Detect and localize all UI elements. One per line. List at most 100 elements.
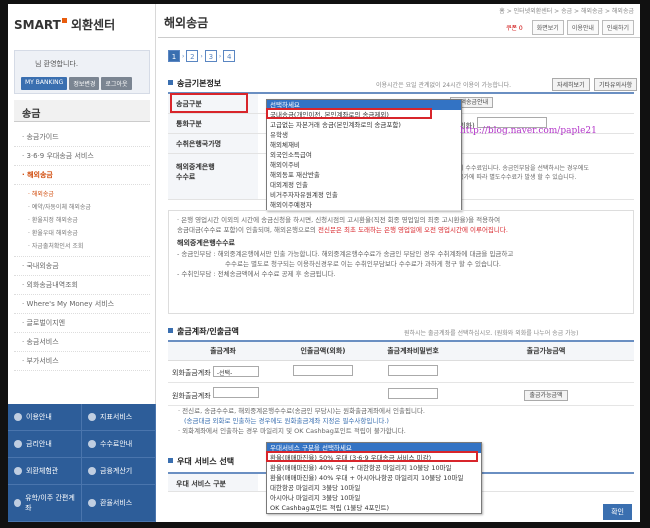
view-button[interactable]: 화면보기 bbox=[531, 20, 564, 35]
dropdown-option[interactable]: 외국인소득급여 bbox=[267, 150, 461, 160]
sidebar-item[interactable]: · 부가서비스 bbox=[14, 352, 150, 371]
page-title: 해외송금 bbox=[164, 16, 209, 30]
withdraw-amount-input[interactable] bbox=[293, 365, 353, 376]
notes-block: · 전신료, 송금수수료, 해외중계은행수수료(송금인 부담시)는 원화출금계좌… bbox=[178, 406, 425, 436]
info-line: 수수료는 별도로 청구되는 이용하신경우로 이는 수취인부담보다 수수료가 과하… bbox=[225, 260, 501, 268]
won-password-input[interactable] bbox=[388, 387, 438, 399]
nav-fee-guide[interactable]: 수수료안내 bbox=[82, 431, 156, 458]
sidebar-item[interactable]: · 글로벌이지엔 bbox=[14, 314, 150, 333]
step-3: 3 bbox=[204, 50, 217, 62]
coupon-badge[interactable]: 쿠폰 0 bbox=[506, 23, 523, 32]
nav-rate-guide[interactable]: 금리안내 bbox=[8, 431, 82, 458]
table-row: 원화출금계좌 출금가능금액 bbox=[168, 383, 634, 406]
note-line: · 외화계좌에서 인출하는 경우 마일리지 및 OK Cashbag포인트 적립… bbox=[178, 427, 406, 435]
dropdown-option[interactable]: OK Cashbag포인트 적립 (1불당 4포인트) bbox=[267, 503, 481, 513]
dropdown-option[interactable]: 해외이주예정자 bbox=[267, 200, 461, 210]
arrow-right-icon: › bbox=[218, 52, 222, 60]
nav-index-service[interactable]: 지표서비스 bbox=[82, 404, 156, 431]
nav-calculator[interactable]: 금융계산기 bbox=[82, 458, 156, 485]
col-header: 인출금액(외화) bbox=[300, 347, 346, 355]
section-account-note: 원하시는 출금계좌를 선택하십시오. (원화와 외화를 나누어 송금 가능) bbox=[404, 330, 579, 337]
details-button[interactable]: 자세히보기 bbox=[552, 78, 590, 91]
currency-label: 통화구분 bbox=[168, 114, 258, 133]
monitor-icon bbox=[14, 467, 22, 475]
submenu-item[interactable]: · 예약/자동이체 해외송금 bbox=[28, 200, 150, 213]
available-amount-button[interactable]: 출금가능금액 bbox=[524, 389, 568, 401]
info-icon bbox=[14, 413, 22, 421]
sidebar-item[interactable]: · 국내외송금 bbox=[14, 257, 150, 276]
table-header: 출금계좌 인출금액(외화) 출금계좌비밀번호 출금가능금액 bbox=[168, 342, 634, 361]
fee-note-2: 국가에 따라 별도수수료가 발생 할 수 있습니다. bbox=[458, 174, 577, 181]
sidebar-submenu: · 해외송금 · 예약/자동이체 해외송금 · 환율지정 해외송금 · 환율우대… bbox=[14, 185, 150, 257]
watermark-text: http://blog.naver.com/paple21 bbox=[460, 126, 597, 136]
foreign-password-input[interactable] bbox=[388, 365, 438, 376]
logout-button[interactable]: 로그아웃 bbox=[101, 77, 132, 90]
foreign-account-cell: 외화출금계좌 -선택- bbox=[168, 362, 278, 382]
logo[interactable]: SMART 외환센터 bbox=[14, 16, 115, 33]
col-header: 출금가능금액 bbox=[526, 347, 566, 355]
dropdown-option[interactable]: 대외계정 인출 bbox=[267, 180, 461, 190]
section-preference-title: 우대 서비스 선택 bbox=[168, 456, 234, 467]
info-line: · 은행 영업시간 이외의 시간에 송금신청을 하시면, 신청시점의 고시환율(… bbox=[177, 216, 501, 224]
menu-title: 송금 bbox=[14, 100, 150, 122]
left-sidebar: SMART 외환센터 님 환영합니다. MY BANKING 정보변경 로그아웃… bbox=[8, 4, 156, 522]
sidebar-item[interactable]: · 외화송금내역조회 bbox=[14, 276, 150, 295]
won-account-select[interactable] bbox=[212, 387, 259, 398]
step-2: 2 bbox=[186, 50, 199, 62]
sidebar-item[interactable]: · Where's My Money 서비스 bbox=[14, 295, 150, 314]
calculator-icon bbox=[88, 467, 96, 475]
sidebar-item-overseas[interactable]: · 해외송금 bbox=[14, 166, 150, 185]
account-table: 출금계좌 인출금액(외화) 출금계좌비밀번호 출금가능금액 외화출금계좌 -선택… bbox=[168, 340, 634, 406]
sidebar-item-guide[interactable]: · 송금가이드 bbox=[14, 128, 150, 147]
section-basic-info-note: 이용시간은 요일 관계없이 24시간 이용이 가능합니다. bbox=[376, 82, 511, 89]
dropdown-option[interactable]: 대한항공 마일리지 3불당 10마일 bbox=[267, 483, 481, 493]
bottom-nav: 이용안내 지표서비스 금리안내 수수료안내 외환체험관 금융계산기 유학/이주 … bbox=[8, 404, 156, 522]
step-1: 1 bbox=[168, 50, 180, 62]
won-icon bbox=[88, 440, 96, 448]
country-label: 수취은행국가명 bbox=[168, 134, 258, 153]
topbar: 해외송금 홈 > 인터넷외환센터 > 송금 > 해외송금 > 해외송금 쿠폰 0… bbox=[158, 4, 640, 38]
dropdown-option[interactable]: 유학생 bbox=[267, 130, 461, 140]
col-header: 출금계좌비밀번호 bbox=[387, 347, 439, 355]
nav-study-abroad[interactable]: 유학/이주 간편계좌 bbox=[8, 485, 82, 522]
confirm-button[interactable]: 확인 bbox=[603, 504, 632, 520]
guide-button[interactable]: 이용안내 bbox=[566, 20, 599, 35]
globe-icon bbox=[14, 499, 22, 507]
table-row: 외화출금계좌 -선택- bbox=[168, 361, 634, 383]
my-banking-button[interactable]: MY BANKING bbox=[21, 77, 68, 90]
nav-usage-guide[interactable]: 이용안내 bbox=[8, 404, 82, 431]
dropdown-option[interactable]: 고급없는 자본거래 송금(본인계좌로의 송금포함) bbox=[267, 120, 461, 130]
logo-dot-icon bbox=[61, 18, 67, 23]
dropdown-option[interactable]: 해외이주비 bbox=[267, 160, 461, 170]
nav-experience[interactable]: 외환체험관 bbox=[8, 458, 82, 485]
highlight-preference-option bbox=[266, 451, 478, 462]
info-subtitle: 해외중계은행수수료 bbox=[177, 239, 235, 247]
dropdown-option[interactable]: 비거주자자유원계정 인출 bbox=[267, 190, 461, 200]
print-button[interactable]: 인쇄하기 bbox=[601, 20, 634, 35]
highlight-remit-type bbox=[170, 93, 248, 113]
submenu-item[interactable]: · 환율우대 해외송금 bbox=[28, 226, 150, 239]
notes-button[interactable]: 기타유의사항 bbox=[594, 78, 638, 91]
dropdown-option[interactable]: 환율(매매마진율) 40% 우대 + 대한항공 마일리지 10불당 10마일 bbox=[267, 463, 481, 473]
percent-icon bbox=[14, 440, 22, 448]
dropdown-option[interactable]: 해외동포 재산반출 bbox=[267, 170, 461, 180]
section-account-title: 출금계좌/인출금액 bbox=[168, 326, 239, 337]
submenu-item[interactable]: · 환율지정 해외송금 bbox=[28, 213, 150, 226]
submenu-item[interactable]: · 자금출처확인서 조회 bbox=[28, 239, 150, 252]
breadcrumb: 홈 > 인터넷외환센터 > 송금 > 해외송금 > 해외송금 bbox=[499, 8, 634, 15]
foreign-account-select[interactable]: -선택- bbox=[212, 365, 259, 377]
info-box: · 은행 영업시간 이외의 시간에 송금신청을 하시면, 신청시점의 고시환율(… bbox=[168, 210, 634, 314]
step-4: 4 bbox=[223, 50, 236, 62]
dropdown-option[interactable]: 해외체재비 bbox=[267, 140, 461, 150]
nav-exchange[interactable]: 환율서비스 bbox=[82, 485, 156, 522]
edit-info-button[interactable]: 정보변경 bbox=[69, 77, 100, 90]
dropdown-option[interactable]: 환율(매매마진율) 40% 우대 + 아시아나항공 마일리지 10불당 10마일 bbox=[267, 473, 481, 483]
browser-frame: SMART 외환센터 님 환영합니다. MY BANKING 정보변경 로그아웃… bbox=[8, 4, 640, 522]
sidebar-item[interactable]: · 송금서비스 bbox=[14, 333, 150, 352]
dropdown-option[interactable]: 아시아나 마일리지 3불당 10마일 bbox=[267, 493, 481, 503]
sidebar-item-369[interactable]: · 3·6·9 우대송금 서비스 bbox=[14, 147, 150, 166]
sidebar-menu: · 송금가이드 · 3·6·9 우대송금 서비스 · 해외송금 · 해외송금 ·… bbox=[14, 128, 150, 371]
greeting-box: 님 환영합니다. MY BANKING 정보변경 로그아웃 bbox=[14, 50, 150, 94]
highlight-option bbox=[266, 108, 432, 119]
submenu-item[interactable]: · 해외송금 bbox=[28, 187, 150, 200]
